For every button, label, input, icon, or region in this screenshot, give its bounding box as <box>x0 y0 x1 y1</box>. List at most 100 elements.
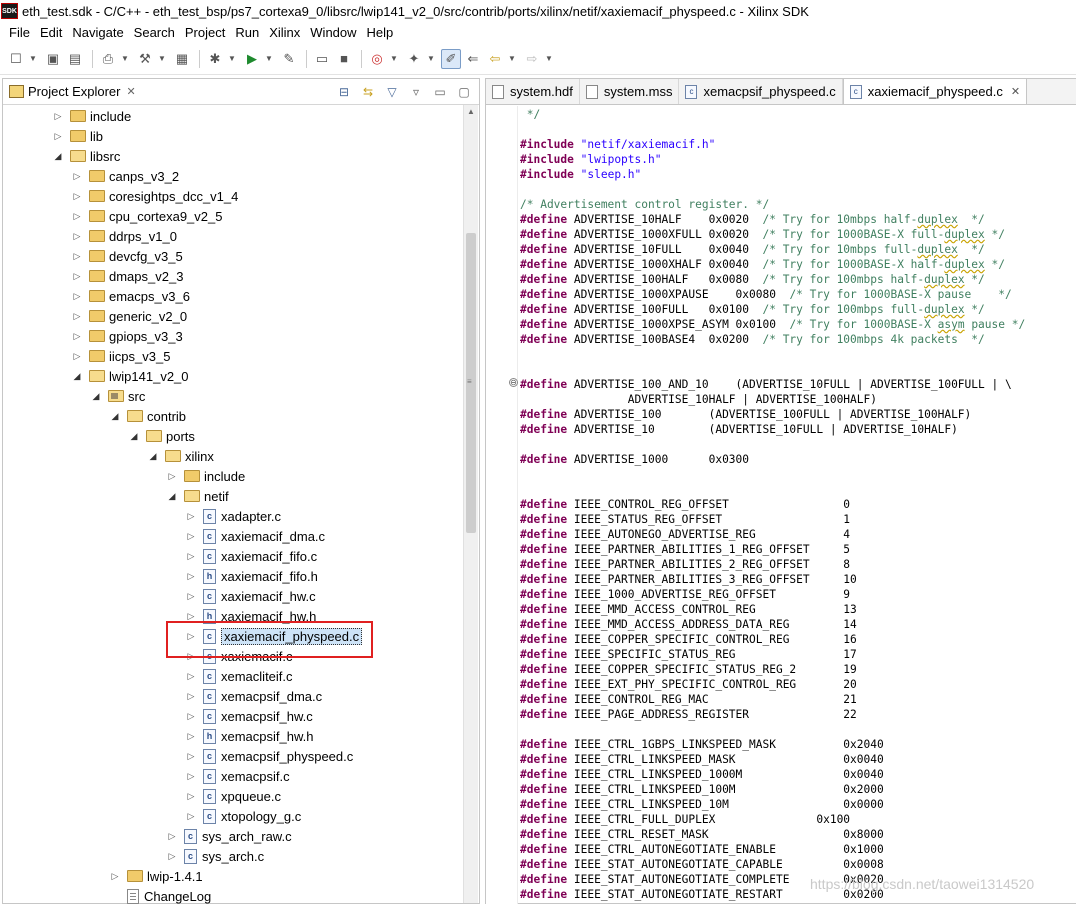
collapsed-arrow-icon[interactable]: ▷ <box>71 191 83 202</box>
tree-item[interactable]: ▷ canps_v3_2 <box>71 166 180 186</box>
collapsed-arrow-icon[interactable]: ▷ <box>71 271 83 282</box>
scroll-up-icon[interactable]: ▲ <box>467 107 475 116</box>
collapsed-arrow-icon[interactable]: ▷ <box>185 691 197 702</box>
menu-edit[interactable]: Edit <box>35 25 67 40</box>
tree-item[interactable]: ▷ c xaxiemacif_fifo.c <box>185 546 317 566</box>
minimize-icon[interactable]: ▭ <box>431 83 449 101</box>
project-explorer-scrollbar[interactable]: ▲ ≡ <box>463 105 478 903</box>
collapsed-arrow-icon[interactable]: ▷ <box>71 231 83 242</box>
collapsed-arrow-icon[interactable]: ▷ <box>185 711 197 722</box>
tree-item[interactable]: ▷ ddrps_v1_0 <box>71 226 177 246</box>
tree-item[interactable]: ▷ c xaxiemacif_hw.c <box>185 586 316 606</box>
expanded-arrow-icon[interactable]: ◢ <box>128 431 140 442</box>
close-icon[interactable]: ✕ <box>126 85 135 98</box>
run-icon[interactable]: ▶ <box>242 49 262 69</box>
tree-item[interactable]: ▷ coresightps_dcc_v1_4 <box>71 186 239 206</box>
tree-item[interactable]: ◢ contrib <box>109 406 187 426</box>
tree-item[interactable]: ▷ c xemacpsif_hw.c <box>185 706 313 726</box>
collapsed-arrow-icon[interactable]: ▷ <box>185 571 197 582</box>
collapsed-arrow-icon[interactable]: ▷ <box>185 611 197 622</box>
new-icon[interactable]: ☐ <box>6 49 26 69</box>
tree-item[interactable]: ▷ lib <box>52 126 103 146</box>
collapsed-arrow-icon[interactable]: ▷ <box>185 671 197 682</box>
collapsed-arrow-icon[interactable]: ▷ <box>71 251 83 262</box>
collapsed-arrow-icon[interactable]: ▷ <box>185 551 197 562</box>
tree-item[interactable]: ▷ c xaxiemacif_dma.c <box>185 526 325 546</box>
close-icon[interactable]: ✕ <box>1011 85 1020 98</box>
tree-item[interactable]: ▷ c xtopology_g.c <box>185 806 301 826</box>
collapsed-arrow-icon[interactable]: ▷ <box>52 131 64 142</box>
wand-icon[interactable]: ✦ <box>404 49 424 69</box>
menu-project[interactable]: Project <box>180 25 230 40</box>
expanded-arrow-icon[interactable]: ◢ <box>90 391 102 402</box>
tree-item[interactable]: ◢ lwip141_v2_0 <box>71 366 189 386</box>
collapsed-arrow-icon[interactable]: ▷ <box>166 851 178 862</box>
menu-help[interactable]: Help <box>362 25 399 40</box>
filter-icon[interactable]: ▽ <box>383 83 401 101</box>
collapsed-arrow-icon[interactable]: ▷ <box>185 511 197 522</box>
tree-item[interactable]: ▷ c xemacpsif_physpeed.c <box>185 746 353 766</box>
collapsed-arrow-icon[interactable]: ▷ <box>166 471 178 482</box>
tree-item[interactable]: ◢ src <box>90 386 146 406</box>
expanded-arrow-icon[interactable]: ◢ <box>109 411 121 422</box>
project-explorer-tab[interactable]: Project Explorer ✕ <box>3 79 142 105</box>
save-icon[interactable]: ▣ <box>43 49 63 69</box>
tree-item[interactable]: ▷ include <box>52 106 132 126</box>
chevron-down-icon[interactable]: ▼ <box>157 49 167 69</box>
hammer-icon[interactable]: ⚒ <box>135 49 155 69</box>
chevron-down-icon[interactable]: ▼ <box>120 49 130 69</box>
tree-item[interactable]: ▷ gpiops_v3_3 <box>71 326 183 346</box>
chevron-down-icon[interactable]: ▼ <box>426 49 436 69</box>
binary-icon[interactable]: ▦ <box>172 49 192 69</box>
collapsed-arrow-icon[interactable]: ▷ <box>109 871 121 882</box>
collapsed-arrow-icon[interactable]: ▷ <box>185 751 197 762</box>
tree-item[interactable]: ▷ include <box>166 466 246 486</box>
tree-item[interactable]: ▷ iicps_v3_5 <box>71 346 171 366</box>
expanded-arrow-icon[interactable]: ◢ <box>147 451 159 462</box>
target-icon[interactable]: ◎ <box>367 49 387 69</box>
tree-item[interactable]: ▷ c sys_arch.c <box>166 846 264 866</box>
tree-item[interactable]: ▷ emacps_v3_6 <box>71 286 190 306</box>
chevron-down-icon[interactable]: ▼ <box>544 49 554 69</box>
chevron-down-icon[interactable]: ▼ <box>264 49 274 69</box>
collapse-all-icon[interactable]: ⊟ <box>335 83 353 101</box>
collapsed-arrow-icon[interactable]: ▷ <box>71 351 83 362</box>
collapsed-arrow-icon[interactable]: ▷ <box>71 291 83 302</box>
menu-window[interactable]: Window <box>305 25 361 40</box>
tree-item[interactable]: ▷ c xemacliteif.c <box>185 666 293 686</box>
menu-file[interactable]: File <box>4 25 35 40</box>
tree-item[interactable]: ▷ dmaps_v2_3 <box>71 266 184 286</box>
collapsed-arrow-icon[interactable]: ▷ <box>71 211 83 222</box>
tree-item[interactable]: ▷ h xaxiemacif_fifo.h <box>185 566 318 586</box>
menu-xilinx[interactable]: Xilinx <box>264 25 305 40</box>
tree-item[interactable]: ◢ libsrc <box>52 146 121 166</box>
tree-item[interactable]: ▷ lwip-1.4.1 <box>109 866 203 886</box>
view-menu-icon[interactable]: ▿ <box>407 83 425 101</box>
save-all-icon[interactable]: ▤ <box>65 49 85 69</box>
console-icon[interactable]: ■ <box>334 49 354 69</box>
forward-icon[interactable]: ⇨ <box>522 49 542 69</box>
tree-item[interactable]: ChangeLog <box>109 886 211 904</box>
collapsed-arrow-icon[interactable]: ▷ <box>52 111 64 122</box>
chevron-down-icon[interactable]: ▼ <box>227 49 237 69</box>
highlight-icon[interactable]: ✐ <box>441 48 461 69</box>
collapsed-arrow-icon[interactable]: ▷ <box>71 311 83 322</box>
external-tool-icon[interactable]: ✎ <box>279 49 299 69</box>
tree-item[interactable]: ◢ ports <box>128 426 195 446</box>
collapsed-arrow-icon[interactable]: ▷ <box>185 531 197 542</box>
tree-item[interactable]: ▷ devcfg_v3_5 <box>71 246 183 266</box>
chevron-down-icon[interactable]: ▼ <box>389 49 399 69</box>
expanded-arrow-icon[interactable]: ◢ <box>166 491 178 502</box>
chevron-down-icon[interactable]: ▼ <box>28 49 38 69</box>
expanded-arrow-icon[interactable]: ◢ <box>71 371 83 382</box>
collapsed-arrow-icon[interactable]: ▷ <box>185 591 197 602</box>
terminal-icon[interactable]: ▭ <box>312 49 332 69</box>
tree-item[interactable]: ▷ c xadapter.c <box>185 506 281 526</box>
collapsed-arrow-icon[interactable]: ▷ <box>166 831 178 842</box>
collapsed-arrow-icon[interactable]: ▷ <box>185 731 197 742</box>
editor-tab[interactable]: system.mss <box>580 79 680 104</box>
back-icon[interactable]: ⇦ <box>485 49 505 69</box>
tree-item[interactable]: ◢ xilinx <box>147 446 214 466</box>
menu-navigate[interactable]: Navigate <box>67 25 128 40</box>
maximize-icon[interactable]: ▢ <box>455 83 473 101</box>
